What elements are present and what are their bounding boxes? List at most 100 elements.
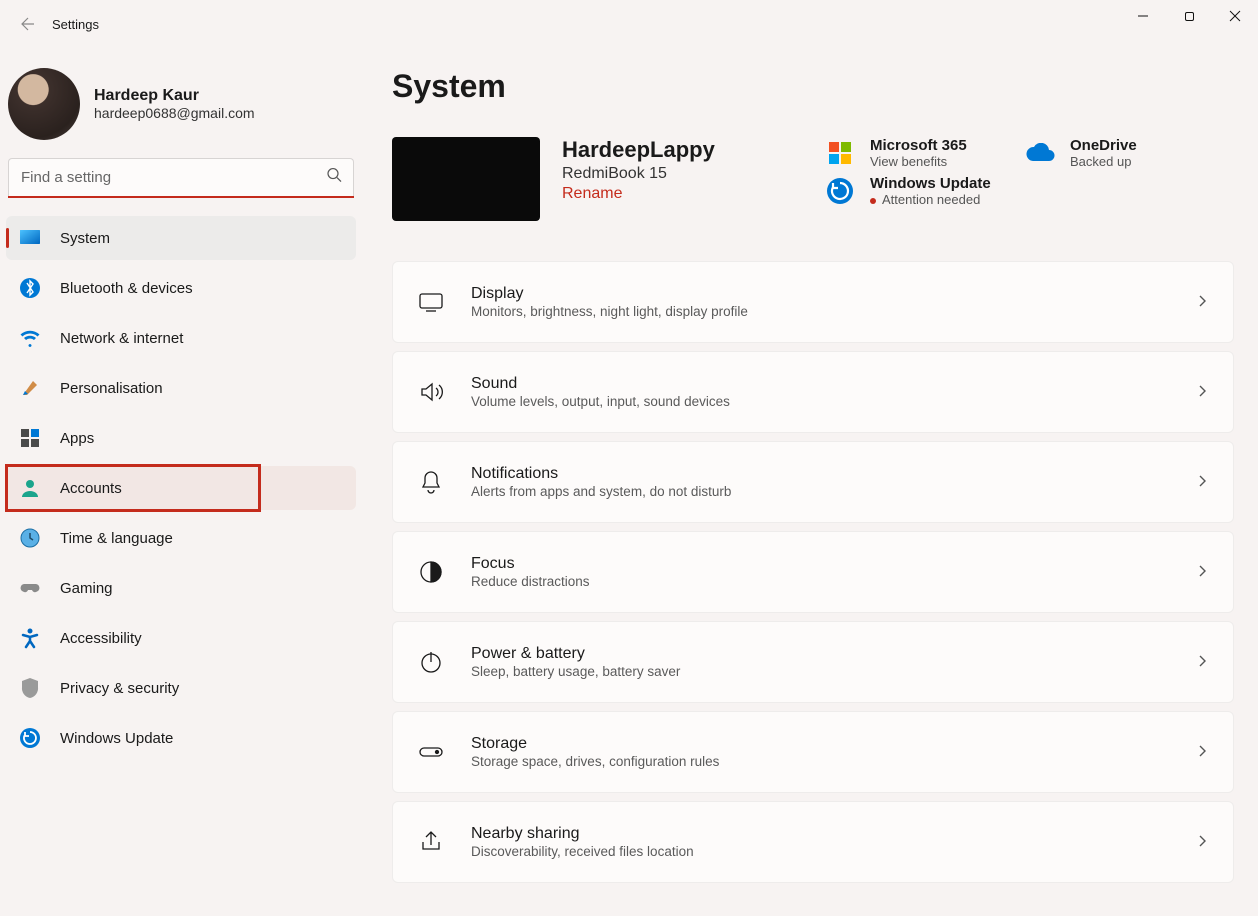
card-title: Power & battery xyxy=(471,645,1169,663)
avatar xyxy=(8,68,80,140)
card-sub: Discoverability, received files location xyxy=(471,844,1169,859)
sidebar-item-network[interactable]: Network & internet xyxy=(6,316,356,360)
sidebar-item-label: Accessibility xyxy=(60,630,142,647)
chevron-right-icon xyxy=(1195,564,1209,581)
sidebar-item-label: System xyxy=(60,230,110,247)
settings-list: DisplayMonitors, brightness, night light… xyxy=(392,261,1234,883)
sidebar-item-label: Windows Update xyxy=(60,730,173,747)
sidebar-item-label: Personalisation xyxy=(60,380,163,397)
card-focus[interactable]: FocusReduce distractions xyxy=(392,531,1234,613)
card-title: Notifications xyxy=(471,465,1169,483)
device-name: HardeepLappy xyxy=(562,137,802,163)
hero-card-onedrive[interactable]: OneDrive Backed up xyxy=(1024,137,1204,169)
page-title: System xyxy=(392,68,1234,105)
shield-icon xyxy=(18,676,42,700)
person-icon xyxy=(18,476,42,500)
sidebar-item-label: Gaming xyxy=(60,580,113,597)
update-icon xyxy=(824,175,856,207)
sidebar-item-apps[interactable]: Apps xyxy=(6,416,356,460)
device-info: HardeepLappy RedmiBook 15 Rename xyxy=(562,137,802,203)
update-icon xyxy=(18,726,42,750)
card-title: Storage xyxy=(471,735,1169,753)
rename-link[interactable]: Rename xyxy=(562,185,802,203)
bluetooth-icon xyxy=(18,276,42,300)
nav-list: System Bluetooth & devices Network & int… xyxy=(6,216,356,760)
display-icon xyxy=(417,288,445,316)
chevron-right-icon xyxy=(1195,834,1209,851)
sidebar-item-update[interactable]: Windows Update xyxy=(6,716,356,760)
sidebar-item-system[interactable]: System xyxy=(6,216,356,260)
chevron-right-icon xyxy=(1195,384,1209,401)
hero-card-title: OneDrive xyxy=(1070,137,1137,154)
sidebar-item-label: Accounts xyxy=(60,480,122,497)
sidebar-item-label: Privacy & security xyxy=(60,680,179,697)
share-icon xyxy=(417,828,445,856)
card-sub: Alerts from apps and system, do not dist… xyxy=(471,484,1169,499)
sidebar-item-accessibility[interactable]: Accessibility xyxy=(6,616,356,660)
paintbrush-icon xyxy=(18,376,42,400)
card-storage[interactable]: StorageStorage space, drives, configurat… xyxy=(392,711,1234,793)
card-sub: Sleep, battery usage, battery saver xyxy=(471,664,1169,679)
hero-card-sub: Backed up xyxy=(1070,154,1137,169)
hero-card-sub: Attention needed xyxy=(870,192,991,207)
chevron-right-icon xyxy=(1195,654,1209,671)
chevron-right-icon xyxy=(1195,744,1209,761)
maximize-button[interactable] xyxy=(1166,0,1212,32)
gamepad-icon xyxy=(18,576,42,600)
card-sub: Volume levels, output, input, sound devi… xyxy=(471,394,1169,409)
device-model: RedmiBook 15 xyxy=(562,165,802,183)
search-input[interactable] xyxy=(8,158,354,196)
back-button[interactable] xyxy=(8,4,48,44)
card-sub: Reduce distractions xyxy=(471,574,1169,589)
sound-icon xyxy=(417,378,445,406)
card-title: Sound xyxy=(471,375,1169,393)
bell-icon xyxy=(417,468,445,496)
search-box xyxy=(8,158,354,198)
sidebar-item-accounts[interactable]: Accounts xyxy=(6,466,356,510)
sidebar-item-privacy[interactable]: Privacy & security xyxy=(6,666,356,710)
sidebar-item-label: Apps xyxy=(60,430,94,447)
device-thumbnail xyxy=(392,137,540,221)
hero-card-update[interactable]: Windows Update Attention needed xyxy=(824,175,1204,207)
sidebar-item-bluetooth[interactable]: Bluetooth & devices xyxy=(6,266,356,310)
card-title: Nearby sharing xyxy=(471,825,1169,843)
sidebar: Hardeep Kaur hardeep0688@gmail.com Syste… xyxy=(0,48,362,916)
hero-card-m365[interactable]: Microsoft 365 View benefits xyxy=(824,137,1004,169)
sidebar-item-time[interactable]: Time & language xyxy=(6,516,356,560)
m365-icon xyxy=(824,137,856,169)
card-sound[interactable]: SoundVolume levels, output, input, sound… xyxy=(392,351,1234,433)
profile-block[interactable]: Hardeep Kaur hardeep0688@gmail.com xyxy=(6,60,356,158)
status-dot-icon xyxy=(870,198,876,204)
window-title: Settings xyxy=(52,17,99,32)
highlight-annotation xyxy=(5,464,261,512)
hero-card-title: Microsoft 365 xyxy=(870,137,967,154)
chevron-right-icon xyxy=(1195,474,1209,491)
card-power[interactable]: Power & batterySleep, battery usage, bat… xyxy=(392,621,1234,703)
sidebar-item-label: Time & language xyxy=(60,530,173,547)
system-icon xyxy=(18,226,42,250)
hero-card-title: Windows Update xyxy=(870,175,991,192)
card-display[interactable]: DisplayMonitors, brightness, night light… xyxy=(392,261,1234,343)
sidebar-item-label: Network & internet xyxy=(60,330,183,347)
hero-row: HardeepLappy RedmiBook 15 Rename Microso… xyxy=(392,137,1234,221)
profile-email: hardeep0688@gmail.com xyxy=(94,105,255,121)
close-button[interactable] xyxy=(1212,0,1258,32)
window-controls xyxy=(1120,0,1258,32)
card-nearby[interactable]: Nearby sharingDiscoverability, received … xyxy=(392,801,1234,883)
card-notifications[interactable]: NotificationsAlerts from apps and system… xyxy=(392,441,1234,523)
storage-icon xyxy=(417,738,445,766)
titlebar: Settings xyxy=(0,0,1258,48)
search-icon xyxy=(326,167,342,186)
main-content: System HardeepLappy RedmiBook 15 Rename … xyxy=(362,48,1258,916)
sidebar-item-personalisation[interactable]: Personalisation xyxy=(6,366,356,410)
accessibility-icon xyxy=(18,626,42,650)
card-sub: Storage space, drives, configuration rul… xyxy=(471,754,1169,769)
profile-name: Hardeep Kaur xyxy=(94,87,255,105)
wifi-icon xyxy=(18,326,42,350)
focus-icon xyxy=(417,558,445,586)
minimize-button[interactable] xyxy=(1120,0,1166,32)
card-title: Display xyxy=(471,285,1169,303)
card-title: Focus xyxy=(471,555,1169,573)
sidebar-item-gaming[interactable]: Gaming xyxy=(6,566,356,610)
clock-icon xyxy=(18,526,42,550)
